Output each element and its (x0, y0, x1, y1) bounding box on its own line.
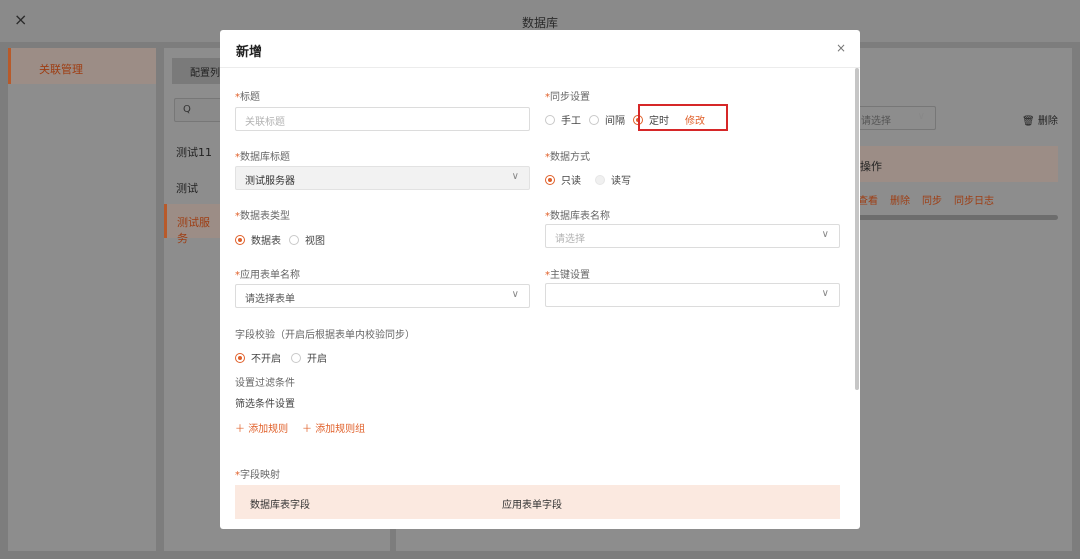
list-item[interactable]: 测试11 (176, 144, 212, 160)
table-type-radio-view[interactable]: 视图 (289, 232, 325, 247)
primary-key-select[interactable]: ∨ (545, 283, 840, 307)
db-table-name-label: *数据库表名称 (545, 211, 610, 222)
title-placeholder: 关联标题 (245, 117, 285, 128)
mapping-col-db-field: 数据库表字段 (250, 500, 310, 511)
search-icon: Q (183, 104, 191, 115)
window-title: 数据库 (521, 16, 558, 30)
mapping-col-form-field: 应用表单字段 (502, 500, 562, 511)
filter-label: 设置过滤条件 (235, 378, 295, 389)
dialog-header: 新增 × (220, 30, 860, 68)
view-link[interactable]: 查看 (858, 196, 878, 207)
db-title-select[interactable]: 测试服务器 ∨ (235, 166, 530, 190)
delete-label: 删除 (1037, 116, 1058, 127)
primary-key-label: *主键设置 (545, 270, 590, 281)
chevron-down-icon: ∨ (917, 111, 925, 122)
mapping-label: *字段映射 (235, 470, 280, 481)
close-icon[interactable]: × (836, 41, 846, 55)
row-actions: 查看 删除 同步 同步日志 (858, 192, 1006, 207)
chevron-down-icon: ∨ (511, 289, 519, 300)
delete-button[interactable]: 🗑 删除 (1022, 112, 1058, 127)
add-rule-group-button[interactable]: ＋ 添加规则组 (302, 420, 365, 435)
filter-sub-label: 筛选条件设置 (235, 399, 295, 410)
title-label: *标题 (235, 92, 260, 103)
sync-link[interactable]: 同步 (922, 196, 942, 207)
field-check-radio-on[interactable]: 开启 (291, 350, 327, 365)
db-title-label: *数据库标题 (235, 152, 290, 163)
db-title-value: 测试服务器 (245, 176, 295, 187)
data-mode-label: *数据方式 (545, 152, 590, 163)
field-check-radio-off[interactable]: 不开启 (235, 350, 281, 365)
db-table-name-select[interactable]: 请选择 ∨ (545, 224, 840, 248)
form-name-select[interactable]: 请选择表单 ∨ (235, 284, 530, 308)
field-check-radio-group: 不开启 开启 (235, 350, 335, 365)
add-rule-button[interactable]: ＋ 添加规则 (235, 420, 288, 435)
plus-icon: ＋ (302, 424, 312, 435)
chevron-down-icon: ∨ (821, 288, 829, 299)
table-header: 操作 (854, 146, 1058, 182)
delete-link[interactable]: 删除 (890, 196, 910, 207)
search-input[interactable]: Q (174, 98, 224, 122)
chevron-down-icon: ∨ (821, 229, 829, 240)
table-type-radio-table[interactable]: 数据表 (235, 232, 281, 247)
data-mode-radio-readwrite[interactable]: 读写 (595, 172, 631, 187)
filter-select[interactable]: 请选择 ∨ (854, 106, 936, 130)
list-item-active[interactable]: 测试服务 (164, 204, 220, 245)
sidebar-item-association[interactable]: 关联管理 (8, 48, 156, 84)
sync-label: *同步设置 (545, 92, 590, 103)
sync-radio-manual[interactable]: 手工 (545, 112, 581, 127)
tab-config[interactable]: 配置列 (190, 64, 220, 79)
add-dialog: 新增 × *标题 关联标题 *同步设置 手工 间隔 定时 修改 *数据库标题 测… (220, 30, 860, 529)
data-mode-radio-readonly[interactable]: 只读 (545, 172, 581, 187)
filter-select-label: 请选择 (861, 116, 891, 127)
db-table-name-placeholder: 请选择 (555, 234, 585, 245)
form-name-placeholder: 请选择表单 (245, 294, 295, 305)
table-type-label: *数据表类型 (235, 211, 290, 222)
horizontal-scrollbar[interactable] (854, 215, 1058, 220)
sync-log-link[interactable]: 同步日志 (954, 196, 994, 207)
plus-icon: ＋ (235, 424, 245, 435)
title-input[interactable]: 关联标题 (235, 107, 530, 131)
form-name-label: *应用表单名称 (235, 270, 300, 281)
list-item[interactable]: 测试 (176, 180, 198, 196)
chevron-down-icon: ∨ (511, 171, 519, 182)
table-type-radio-group: 数据表 视图 (235, 232, 333, 247)
highlight-box (638, 104, 728, 131)
dialog-title: 新增 (236, 45, 263, 60)
mapping-table-header: 数据库表字段 应用表单字段 (235, 485, 840, 519)
data-mode-radio-group: 只读 读写 (545, 172, 639, 187)
vertical-scrollbar[interactable] (855, 68, 859, 390)
sync-radio-interval[interactable]: 间隔 (589, 112, 625, 127)
field-check-label: 字段校验（开启后根据表单内校验同步） (235, 330, 415, 341)
sidebar: 关联管理 (8, 48, 156, 551)
